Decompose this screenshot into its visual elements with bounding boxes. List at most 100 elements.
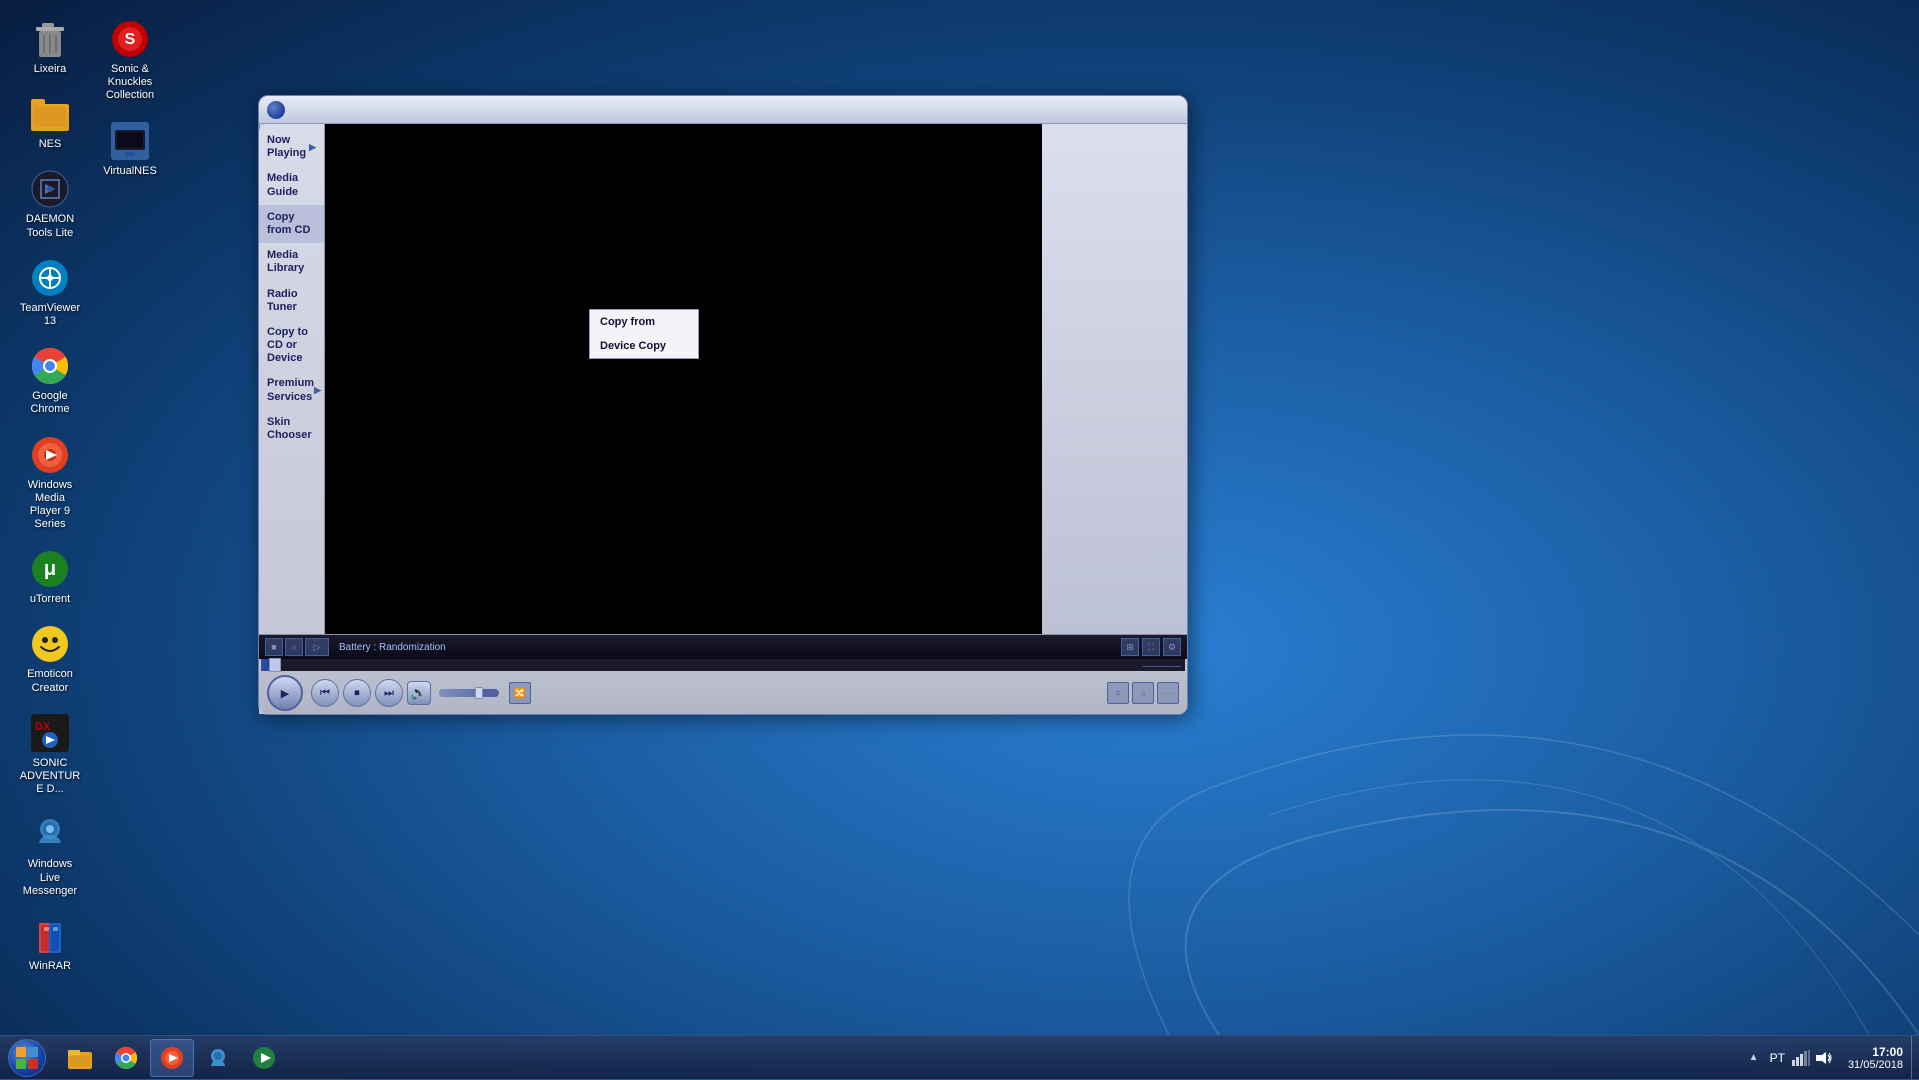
taskbar-items [54,1036,1737,1079]
utorrent-icon: μ [30,549,70,589]
wmp-stop-button[interactable]: ⏹ [343,679,371,707]
tray-network-icon[interactable] [1792,1049,1810,1067]
wmp-status-text: Battery : Randomization [339,642,1115,653]
premium-arrow: ▶ [314,385,321,396]
wmp-menu-copy-from-cd[interactable]: Copy from CD [259,205,324,243]
wmp-play-button[interactable]: ▶ [267,675,303,711]
wmp-status-icon-2[interactable]: ○ [285,638,303,656]
wmp-menu-copy-to-cd[interactable]: Copy to CD or Device [259,320,324,372]
sonic-icon: S [110,19,150,59]
show-desktop-button[interactable] [1911,1036,1919,1079]
winrar-label: WinRAR [29,960,71,973]
desktop-icon-windows-live[interactable]: Windows Live Messenger [15,810,85,902]
dx-icon: DX [30,713,70,753]
nes-icon [30,94,70,134]
desktop-icon-chrome[interactable]: Google Chrome [15,342,85,420]
dx-label: SONIC ADVENTURE D... [19,757,81,797]
wmp-menu-media-library[interactable]: Media Library [259,243,324,281]
wmp-mute-button[interactable]: 🔊 [407,681,431,705]
svg-text:μ: μ [44,558,56,580]
wmp-time-display: ────── [1143,661,1181,671]
popup-copy-from[interactable]: Copy from [590,310,698,334]
desktop-icon-virtualnes[interactable]: VirtualNES [95,117,165,182]
clock-date: 31/05/2018 [1848,1059,1903,1071]
virtualnes-label: VirtualNES [103,165,157,178]
taskbar-live-icon [205,1045,231,1071]
daemon-label: DAEMON Tools Lite [19,213,81,239]
wmp-status-icons-right: ⊞ ⛶ ⚙ [1121,638,1181,656]
wmp-label: Windows Media Player 9 Series [19,479,81,532]
taskbar-item-wmp[interactable] [150,1039,194,1077]
emoticon-icon [30,624,70,664]
taskbar-chrome-icon [113,1045,139,1071]
wmp-eq-button[interactable]: ≡ [1107,682,1129,704]
wmp-shuffle-button[interactable]: 🔀 [509,682,531,704]
wmp-status-icon-3[interactable]: ▷ [305,638,329,656]
taskbar-item-explorer[interactable] [58,1039,102,1077]
popup-device-copy[interactable]: Device Copy [590,334,698,358]
chrome-label: Google Chrome [19,390,81,416]
desktop-icon-teamviewer[interactable]: TeamViewer 13 [15,254,85,332]
wmp-vis-button[interactable]: ♫ [1132,682,1154,704]
desktop-icon-sonic[interactable]: S Sonic & Knuckles Collection [95,15,165,107]
desktop-icon-emoticon[interactable]: Emoticon Creator [15,620,85,698]
wmp-volume-slider[interactable] [439,689,499,697]
wmp-logo-spinner [267,101,285,119]
wmp-volume-fill [439,689,479,697]
taskbar-item-live[interactable] [196,1039,240,1077]
desktop-icon-dx[interactable]: DX SONIC ADVENTURE D... [15,709,85,801]
wmp-menu-now-playing[interactable]: Now Playing ▶ [259,128,324,166]
taskbar-wmp-icon [159,1045,185,1071]
tray-language[interactable]: PT [1767,1051,1788,1065]
desktop-icon-lixeira[interactable]: Lixeira [15,15,85,80]
taskbar-item-chrome[interactable] [104,1039,148,1077]
wmp-controls-bar: ■ ○ ▷ Battery : Randomization ⊞ ⛶ ⚙ ─ [259,634,1187,714]
wmp-status-icon-1[interactable]: ■ [265,638,283,656]
virtualnes-icon [110,121,150,161]
nes-label: NES [39,138,62,151]
wmp-more-button[interactable]: ⋯ [1157,682,1179,704]
taskbar-explorer-icon [67,1045,93,1071]
now-playing-arrow: ▶ [309,142,316,153]
wmp-menu-skin-chooser[interactable]: Skin Chooser [259,410,324,448]
wmp-settings-icon[interactable]: ⚙ [1163,638,1181,656]
svg-text:S: S [125,31,136,48]
windows-live-label: Windows Live Messenger [19,858,81,898]
taskbar-item-wmp2[interactable] [242,1039,286,1077]
teamviewer-icon [30,258,70,298]
wmp-status-bar: ■ ○ ▷ Battery : Randomization ⊞ ⛶ ⚙ [259,635,1187,659]
wmp-next-button[interactable]: ⏭ [375,679,403,707]
taskbar-clock[interactable]: 17:00 31/05/2018 [1840,1045,1911,1071]
clock-time: 17:00 [1872,1045,1903,1059]
desktop-icon-utorrent[interactable]: μ uTorrent [15,545,85,610]
desktop-icon-daemon[interactable]: DAEMON Tools Lite [15,165,85,243]
taskbar-tray: ▲ PT [1737,1036,1840,1079]
emoticon-label: Emoticon Creator [19,668,81,694]
lixeira-icon [30,19,70,59]
wmp-view-icon[interactable]: ⊞ [1121,638,1139,656]
desktop-icon-winrar[interactable]: WinRAR [15,912,85,977]
daemon-icon [30,169,70,209]
desktop-icon-wmp[interactable]: Windows Media Player 9 Series [15,431,85,536]
desktop-icons-container: Lixeira NES DAE [0,0,160,1029]
wmp-menu-radio-tuner[interactable]: Radio Tuner [259,282,324,320]
wmp-menu-media-guide[interactable]: Media Guide [259,166,324,204]
copy-popup: Copy from Device Copy [589,309,699,359]
wmp-seek-thumb[interactable] [269,658,281,672]
windows-live-icon [30,814,70,854]
teamviewer-label: TeamViewer 13 [19,302,81,328]
start-button[interactable] [0,1036,54,1080]
wmp-fullscreen-icon[interactable]: ⛶ [1142,638,1160,656]
wmp-menu: Now Playing ▶ Media Guide Copy from CD M… [259,124,324,452]
wmp-prev-button[interactable]: ⏮ [311,679,339,707]
tray-volume-icon[interactable] [1814,1049,1832,1067]
wmp-window: Now Playing ▶ Media Guide Copy from CD M… [258,95,1188,715]
chrome-icon [30,346,70,386]
winrar-icon [30,916,70,956]
tray-show-hidden[interactable]: ▲ [1745,1049,1763,1067]
desktop-icon-nes[interactable]: NES [15,90,85,155]
wmp-volume-thumb[interactable] [475,687,483,699]
wmp-menu-premium-services[interactable]: Premium Services ▶ [259,371,324,409]
wmp-buttons-row: ▶ ⏮ ⏹ ⏭ 🔊 🔀 [259,671,1187,715]
start-orb [8,1039,46,1077]
